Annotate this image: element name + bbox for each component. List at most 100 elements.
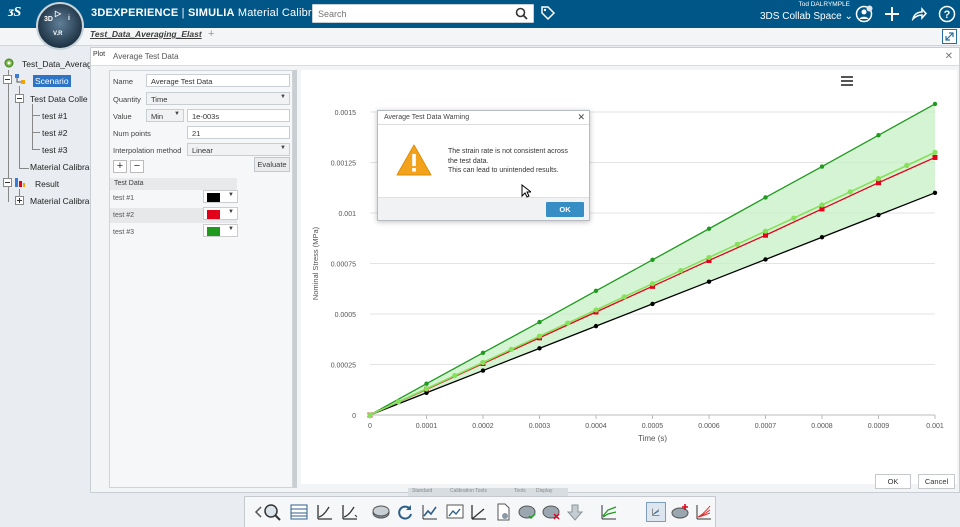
panel-splitter[interactable] xyxy=(293,70,297,488)
tree-test-2[interactable]: test #2 xyxy=(42,128,68,138)
warning-close-icon[interactable]: ✕ xyxy=(577,112,585,123)
share-icon[interactable] xyxy=(910,5,928,23)
axis-icon[interactable] xyxy=(469,502,489,522)
product-label: SIMULIA xyxy=(187,7,235,19)
search-box[interactable] xyxy=(312,4,534,23)
x-tick-label: 0.0002 xyxy=(472,423,494,430)
arrow-down-icon[interactable] xyxy=(565,502,585,522)
color-swatch xyxy=(207,210,220,219)
chart-multi-line-icon[interactable] xyxy=(599,502,619,522)
test-row-label: test #3 xyxy=(113,229,135,236)
value-field[interactable]: 1e-003s xyxy=(187,109,290,122)
zoom-icon[interactable] xyxy=(262,502,282,522)
color-swatch xyxy=(207,193,220,202)
toolbar-tab-tools[interactable]: Tools xyxy=(514,488,526,494)
quantity-select[interactable]: Time ▼ xyxy=(146,92,290,105)
chart-line-icon[interactable] xyxy=(420,502,440,522)
image-chart-icon[interactable] xyxy=(445,502,465,522)
add-test-button[interactable]: + xyxy=(113,160,127,173)
toolbar-tab-display[interactable]: Display xyxy=(536,488,552,494)
interpolation-select[interactable]: Linear ▼ xyxy=(187,143,290,156)
toolbar-tab-calibration[interactable]: Calibration Tools xyxy=(450,488,487,494)
toolbar-tab-standard[interactable]: Standard xyxy=(412,488,432,494)
num-points-field[interactable]: 21 xyxy=(187,126,290,139)
dropdown-arrow-icon: ▼ xyxy=(280,94,286,100)
data-point xyxy=(423,386,430,392)
name-field[interactable]: Average Test Data xyxy=(146,74,290,87)
tree-material-calibration-1[interactable]: Material Calibra xyxy=(30,162,90,172)
tree-test-data-collection[interactable]: Test Data Colle xyxy=(30,94,88,104)
ok-button[interactable]: OK xyxy=(875,474,911,489)
3ds-logo[interactable]: ᴣS xyxy=(8,5,21,21)
color-picker-test-2[interactable]: ▼ xyxy=(203,207,238,220)
remove-test-button[interactable]: − xyxy=(130,160,144,173)
collapse-icon[interactable] xyxy=(3,75,12,84)
x-tick-label: 0.0004 xyxy=(585,423,607,430)
curve-options-icon[interactable] xyxy=(340,502,360,522)
data-point xyxy=(537,346,542,351)
x-tick-label: 0 xyxy=(368,423,372,430)
warning-line-1: The strain rate is not consistent across xyxy=(448,148,568,155)
y-tick-label: 0.00025 xyxy=(331,363,356,370)
tag-icon[interactable] xyxy=(540,5,556,21)
add-tab-button[interactable]: + xyxy=(208,28,214,40)
x-tick-label: 0.0003 xyxy=(529,423,551,430)
mouse-cursor-icon xyxy=(521,184,531,198)
tree-root[interactable]: Test_Data_Averag xyxy=(22,59,92,69)
data-point xyxy=(932,149,938,155)
x-tick-label: 0.0007 xyxy=(755,423,777,430)
model-tree: Test_Data_Averag Scenario Test Data Coll… xyxy=(0,47,92,527)
tree-test-1[interactable]: test #1 xyxy=(42,111,68,121)
search-input[interactable] xyxy=(313,5,503,22)
curve-fan-icon[interactable] xyxy=(694,502,714,522)
y-axis-title: Nominal Stress (MPa) xyxy=(311,226,320,300)
tree-test-3[interactable]: test #3 xyxy=(42,145,68,155)
warning-ok-button[interactable]: OK xyxy=(546,202,584,217)
tree-material-calibration-2[interactable]: Material Calibra xyxy=(30,196,90,206)
user-profile-icon[interactable] xyxy=(855,5,873,23)
hamburger-menu-icon[interactable] xyxy=(841,76,853,86)
compass-version: V.R xyxy=(53,31,63,37)
tree-scenario[interactable]: Scenario xyxy=(33,75,71,87)
x-tick-label: 0.0008 xyxy=(811,423,833,430)
add-icon[interactable] xyxy=(883,5,901,23)
tree-result[interactable]: Result xyxy=(35,179,59,189)
average-curve-icon[interactable] xyxy=(646,502,666,522)
scenario-icon xyxy=(15,74,25,84)
compass-widget[interactable]: 3D ▷ i V.R xyxy=(36,2,84,50)
data-point xyxy=(791,215,797,221)
sphere-remove-icon[interactable] xyxy=(541,502,561,522)
dropdown-arrow-icon: ▼ xyxy=(280,145,286,151)
plot-tab[interactable]: Plot xyxy=(93,51,105,58)
expand-icon[interactable] xyxy=(942,29,957,44)
evaluate-button[interactable]: Evaluate xyxy=(254,157,290,172)
table-icon[interactable] xyxy=(289,502,309,522)
user-name[interactable]: Tod DALRYMPLE xyxy=(768,1,850,8)
data-point xyxy=(904,162,910,169)
cancel-button[interactable]: Cancel xyxy=(918,474,955,489)
document-icon[interactable] xyxy=(493,502,513,522)
dialog-close-icon[interactable]: ✕ xyxy=(945,51,953,62)
refresh-icon[interactable] xyxy=(395,502,415,522)
color-picker-test-1[interactable]: ▼ xyxy=(203,190,238,203)
collapse-icon[interactable] xyxy=(3,178,12,187)
color-picker-test-3[interactable]: ▼ xyxy=(203,224,238,237)
brand-label: 3DEXPERIENCE xyxy=(91,7,179,19)
tab-test-data-averaging[interactable]: Test_Data_Averaging_Elast xyxy=(90,29,202,39)
y-tick-label: 0.001 xyxy=(338,211,356,218)
value-mode-select[interactable]: Min ▼ xyxy=(146,109,184,122)
material-sphere-icon[interactable] xyxy=(371,502,391,522)
sphere-add-icon[interactable] xyxy=(670,502,690,522)
x-axis-title: Time (s) xyxy=(638,434,667,443)
value-mode: Min xyxy=(151,112,164,121)
search-icon[interactable] xyxy=(515,7,528,20)
curve-edit-icon[interactable] xyxy=(315,502,335,522)
expand-node-icon[interactable] xyxy=(15,196,24,205)
top-bar: ᴣS 3DEXPERIENCE | SIMULIA Material Calib… xyxy=(0,0,960,28)
collapse-icon[interactable] xyxy=(15,94,24,103)
separator: | xyxy=(181,7,185,19)
help-icon[interactable]: ? xyxy=(938,5,956,23)
sphere-check-icon[interactable] xyxy=(517,502,537,522)
collab-space-selector[interactable]: 3DS Collab Space ⌄ xyxy=(760,11,853,22)
test-row-label: test #1 xyxy=(113,195,135,202)
